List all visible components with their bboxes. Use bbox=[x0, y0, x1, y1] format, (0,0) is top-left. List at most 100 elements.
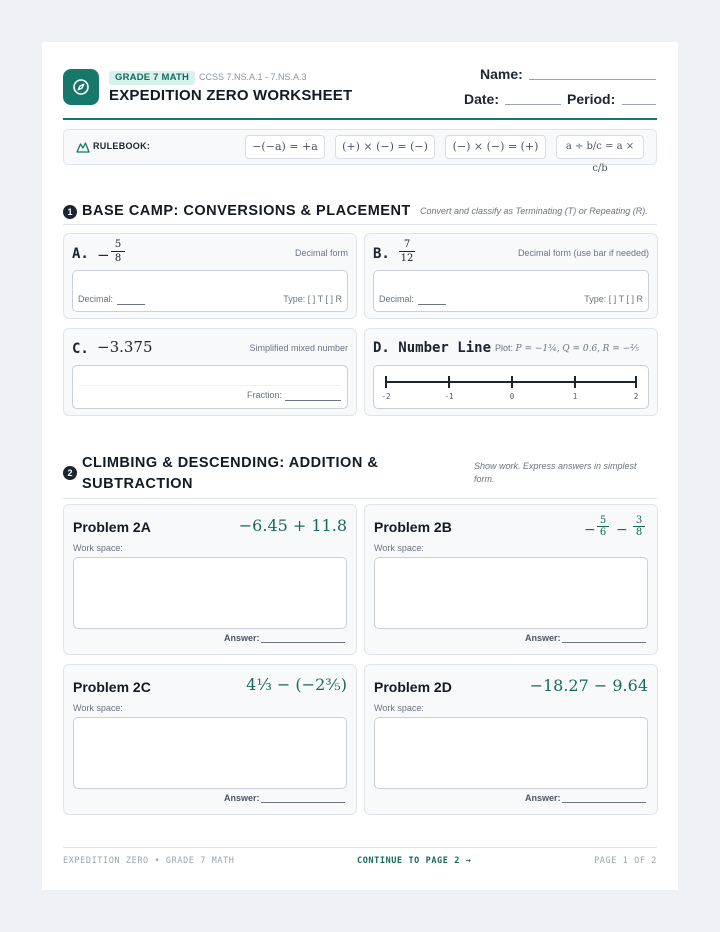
answer-blank[interactable] bbox=[562, 642, 646, 643]
plot-p: P = −1¾, bbox=[515, 344, 560, 354]
section-note: Convert and classify as Terminating (T) … bbox=[420, 206, 648, 216]
card-tag: Simplified mixed number bbox=[249, 343, 348, 353]
fraction-numerator: 5 bbox=[111, 239, 125, 252]
compass-icon bbox=[63, 69, 99, 105]
section-title-line: CLIMBING & DESCENDING: ADDITION & bbox=[82, 455, 379, 471]
tick-mark bbox=[385, 376, 387, 388]
answer-blank[interactable] bbox=[261, 802, 345, 803]
work-space[interactable] bbox=[73, 557, 347, 629]
problem-expression: −6.45 + 11.8 bbox=[238, 516, 347, 535]
problem-title: Problem 2C bbox=[73, 679, 151, 695]
name-label: Name: bbox=[480, 66, 523, 82]
name-field[interactable] bbox=[529, 79, 656, 80]
minus-sign: − bbox=[584, 522, 596, 538]
rule-chip: a ÷ b/c = a × c/b bbox=[556, 135, 644, 174]
tick-mark bbox=[511, 376, 513, 388]
guide-line bbox=[79, 385, 341, 386]
card-b: B. 7 12 Decimal form (use bar if needed)… bbox=[364, 233, 658, 319]
answer-label: Answer: bbox=[224, 633, 260, 643]
rule-chip: (−) × (−) = (+) bbox=[445, 135, 546, 159]
decimal-blank[interactable] bbox=[117, 304, 145, 305]
answer-label: Answer: bbox=[525, 793, 561, 803]
tick-mark bbox=[448, 376, 450, 388]
rulebook-label: RULEBOOK: bbox=[93, 141, 151, 151]
answer-box[interactable]: Decimal: Type: [ ] T [ ] R bbox=[72, 270, 348, 312]
problem-card-2a: Problem 2A −6.45 + 11.8 Work space: Answ… bbox=[63, 504, 357, 655]
fraction-denominator: 8 bbox=[635, 527, 643, 538]
grade-badge: GRADE 7 MATH bbox=[109, 71, 196, 85]
date-label: Date: bbox=[464, 91, 500, 107]
type-label: Type: [ ] T [ ] R bbox=[283, 294, 342, 304]
mountain-icon bbox=[76, 140, 90, 158]
card-letter: C. bbox=[72, 341, 89, 357]
work-space[interactable] bbox=[374, 557, 648, 629]
answer-label: Answer: bbox=[224, 793, 260, 803]
fraction-denominator: 8 bbox=[114, 253, 122, 264]
date-field[interactable] bbox=[505, 104, 561, 105]
continue-link[interactable]: CONTINUE TO PAGE 2 → bbox=[357, 856, 471, 866]
section-note-line: form. bbox=[474, 474, 495, 484]
decimal-blank[interactable] bbox=[418, 304, 446, 305]
card-tag: Decimal form bbox=[294, 248, 348, 258]
tick-label: -2 bbox=[381, 392, 391, 401]
worksheet-title: EXPEDITION ZERO WORKSHEET bbox=[109, 87, 353, 104]
problem-title: Problem 2B bbox=[374, 519, 452, 535]
section-title-line: SUBTRACTION bbox=[82, 476, 194, 492]
section-number: 1 bbox=[63, 205, 77, 219]
fraction-sign: − bbox=[97, 246, 110, 264]
fraction-denominator: 6 bbox=[599, 527, 607, 538]
work-space-label: Work space: bbox=[374, 703, 424, 713]
rule-chip: (+) × (−) = (−) bbox=[335, 135, 435, 159]
work-space[interactable] bbox=[374, 717, 648, 789]
fraction-label: Fraction: bbox=[247, 390, 283, 400]
minus-sign: − bbox=[616, 522, 628, 538]
decimal-expression: −3.375 bbox=[97, 338, 153, 356]
answer-blank[interactable] bbox=[562, 802, 646, 803]
problem-title: Problem 2D bbox=[374, 679, 452, 695]
section-title: BASE CAMP: CONVERSIONS & PLACEMENT bbox=[82, 203, 411, 219]
answer-label: Answer: bbox=[525, 633, 561, 643]
problem-expression: 4⅓ − (−2⅗) bbox=[246, 675, 347, 694]
number-line[interactable]: -2 -1 0 1 2 bbox=[373, 365, 649, 409]
rule-chip: −(−a) = +a bbox=[245, 135, 325, 159]
worksheet-page: GRADE 7 MATH CCSS 7.NS.A.1 - 7.NS.A.3 EX… bbox=[42, 42, 678, 890]
answer-box[interactable]: Decimal: Type: [ ] T [ ] R bbox=[373, 270, 649, 312]
fraction-numerator: 3 bbox=[633, 515, 645, 527]
decimal-label: Decimal: bbox=[78, 294, 114, 304]
answer-box[interactable]: Fraction: bbox=[72, 365, 348, 409]
fraction-numerator: 7 bbox=[399, 239, 415, 252]
section-note-line: Show work. Express answers in simplest bbox=[474, 461, 637, 471]
type-label: Type: [ ] T [ ] R bbox=[584, 294, 643, 304]
card-c: C. −3.375 Simplified mixed number Fracti… bbox=[63, 328, 357, 416]
problem-expression: − 5 6 − 3 8 bbox=[584, 514, 648, 540]
standards-label: CCSS 7.NS.A.1 - 7.NS.A.3 bbox=[199, 72, 307, 82]
page-number: PAGE 1 OF 2 bbox=[594, 856, 657, 866]
number-line-title: D. Number Line bbox=[373, 340, 492, 356]
fraction-blank[interactable] bbox=[285, 400, 341, 401]
tick-label: 0 bbox=[509, 392, 515, 401]
footer-left: EXPEDITION ZERO • GRADE 7 MATH bbox=[63, 856, 235, 866]
problem-card-2c: Problem 2C 4⅓ − (−2⅗) Work space: Answer… bbox=[63, 664, 357, 815]
plot-label: Plot: bbox=[495, 343, 514, 353]
answer-blank[interactable] bbox=[261, 642, 345, 643]
period-field[interactable] bbox=[622, 104, 656, 105]
tick-mark bbox=[635, 376, 637, 388]
tick-label: 1 bbox=[572, 392, 578, 401]
fraction-numerator: 5 bbox=[597, 515, 609, 527]
header-divider bbox=[63, 118, 657, 120]
card-letter: B. bbox=[373, 246, 390, 262]
problem-expression: −18.27 − 9.64 bbox=[529, 676, 648, 695]
plot-instructions: Plot: P = −1¾, Q = 0.6, R = −⅖ bbox=[495, 343, 639, 354]
card-letter: A. bbox=[72, 246, 89, 262]
card-d: D. Number Line Plot: P = −1¾, Q = 0.6, R… bbox=[364, 328, 658, 416]
problem-card-2b: Problem 2B − 5 6 − 3 8 Work space: Answe… bbox=[364, 504, 658, 655]
work-space-label: Work space: bbox=[73, 703, 123, 713]
decimal-label: Decimal: bbox=[379, 294, 415, 304]
work-space[interactable] bbox=[73, 717, 347, 789]
period-label: Period: bbox=[567, 91, 616, 107]
problem-title: Problem 2A bbox=[73, 519, 151, 535]
plot-q: Q = 0.6, bbox=[562, 344, 601, 354]
problem-card-2d: Problem 2D −18.27 − 9.64 Work space: Ans… bbox=[364, 664, 658, 815]
section-note: Show work. Express answers in simplest f… bbox=[474, 460, 637, 486]
work-space-label: Work space: bbox=[73, 543, 123, 553]
